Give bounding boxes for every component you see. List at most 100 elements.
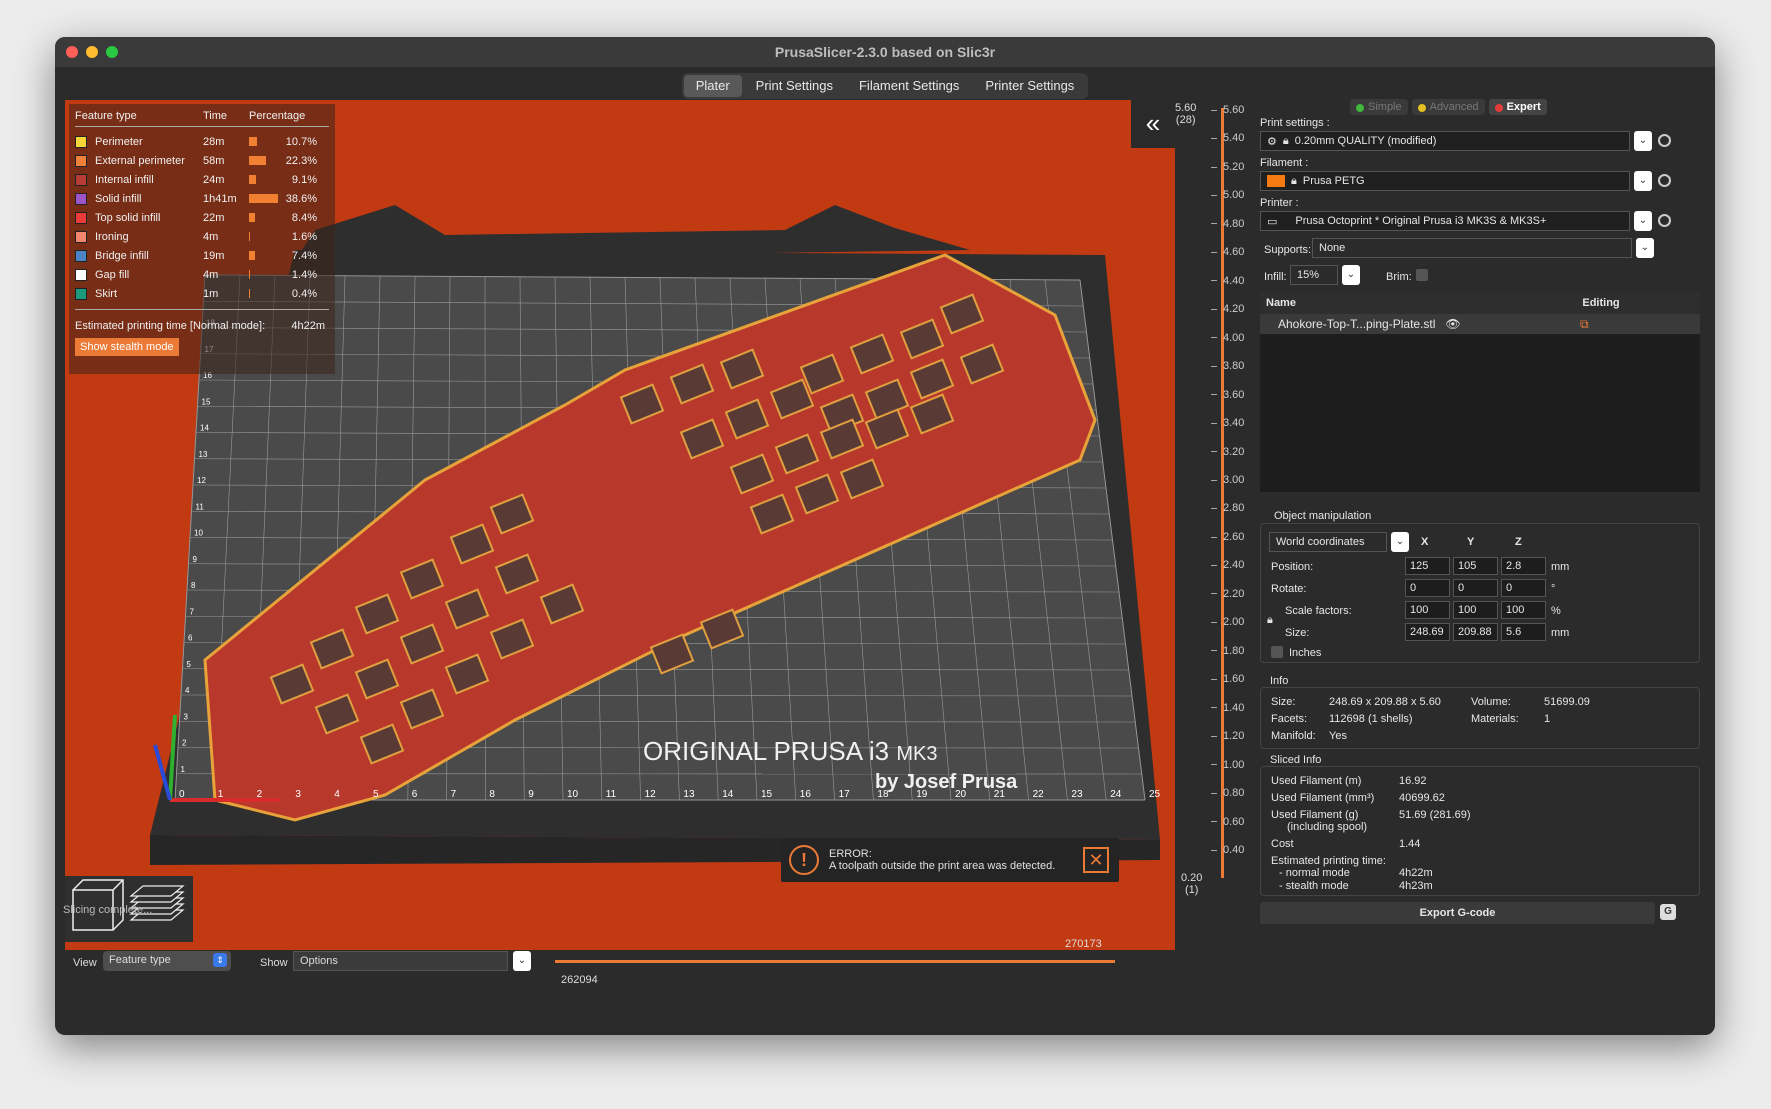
position-z-input[interactable]: 2.8 — [1501, 557, 1546, 575]
infill-select[interactable]: 15% — [1290, 265, 1338, 285]
lock-icon: 🔒︎ — [1291, 174, 1297, 187]
filament-dropdown[interactable]: ⌄ — [1634, 171, 1652, 191]
legend-percentage: 7.4% — [291, 249, 317, 262]
legend-time: 19m — [203, 249, 225, 262]
tab-print-settings[interactable]: Print Settings — [744, 75, 845, 97]
chevron-down-icon[interactable]: ⌄ — [513, 951, 531, 971]
show-stealth-mode-button[interactable]: Show stealth mode — [75, 338, 179, 356]
bed-x-tick: 4 — [334, 789, 340, 800]
filament-combo[interactable]: 🔒︎ Prusa PETG — [1260, 171, 1630, 191]
coordinates-dropdown[interactable]: ⌄ — [1391, 532, 1409, 552]
tab-filament-settings[interactable]: Filament Settings — [847, 75, 971, 97]
scale-z-input[interactable]: 100 — [1501, 601, 1546, 619]
view-type-select[interactable]: Feature type ⇕ — [103, 951, 231, 971]
legend-row[interactable]: Top solid infill 22m 8.4% — [75, 208, 329, 227]
legend-swatch — [75, 287, 87, 300]
object-list-item[interactable]: Ahokore-Top-T...ping-Plate.stl 👁︎ ⧉ — [1260, 314, 1700, 334]
rotate-y-input[interactable]: 0 — [1453, 579, 1498, 597]
size-x-input[interactable]: 248.69 — [1405, 623, 1450, 641]
legend-bar — [249, 194, 278, 203]
legend-bar — [249, 213, 256, 222]
bed-x-tick: 7 — [451, 789, 457, 800]
object-list: Name Editing Ahokore-Top-T...ping-Plate.… — [1260, 292, 1700, 492]
minimize-window-button[interactable] — [86, 46, 98, 58]
infill-dropdown[interactable]: ⌄ — [1342, 265, 1360, 285]
error-title: ERROR: — [829, 848, 872, 860]
used-filament-g-label: Used Filament (g) — [1271, 809, 1359, 821]
layer-slider[interactable]: 5.60 (28) 5.60 5.40 5.20 5.00 4.80 4.60 4.40 4.… — [1175, 100, 1265, 990]
info-materials-value: 1 — [1544, 713, 1551, 725]
tab-plater[interactable]: Plater — [683, 75, 742, 97]
printer-combo[interactable]: ▭ Prusa Octoprint * Original Prusa i3 MK… — [1260, 211, 1630, 231]
legend-bar — [249, 270, 251, 279]
bed-x-tick: 13 — [683, 789, 695, 800]
legend-row[interactable]: Perimeter 28m 10.7% — [75, 132, 329, 151]
position-x-input[interactable]: 125 — [1405, 557, 1450, 575]
bed-x-tick: 11 — [606, 789, 617, 800]
legend-time: 24m — [203, 173, 225, 186]
bed-y-tick: 5 — [187, 660, 192, 669]
bed-x-tick: 21 — [994, 789, 1006, 800]
mode-expert[interactable]: Expert — [1488, 99, 1547, 115]
gear-icon[interactable] — [1658, 134, 1671, 147]
size-z-input[interactable]: 5.6 — [1501, 623, 1546, 641]
gear-icon[interactable] — [1658, 174, 1671, 187]
supports-dropdown[interactable]: ⌄ — [1636, 238, 1654, 258]
coordinates-select[interactable]: World coordinates — [1269, 532, 1387, 552]
legend-swatch — [75, 230, 87, 243]
mode-simple[interactable]: Simple — [1350, 99, 1408, 115]
layer-tick: 1.80 — [1211, 645, 1244, 657]
filament-label: Filament : — [1260, 157, 1309, 169]
gear-icon[interactable] — [1658, 214, 1671, 227]
size-y-input[interactable]: 209.88 — [1453, 623, 1498, 641]
legend-row[interactable]: Bridge infill 19m 7.4% — [75, 246, 329, 265]
legend-row[interactable]: Internal infill 24m 9.1% — [75, 170, 329, 189]
brim-checkbox[interactable] — [1416, 269, 1428, 281]
edit-icon[interactable]: ⧉ — [1580, 317, 1589, 332]
legend-row[interactable]: Skirt 1m 0.4% — [75, 284, 329, 303]
position-label: Position: — [1271, 561, 1314, 573]
layer-tick: 1.40 — [1211, 702, 1244, 714]
bed-x-tick: 2 — [257, 789, 263, 800]
mode-advanced[interactable]: Advanced — [1411, 99, 1485, 115]
eye-icon[interactable]: 👁︎ — [1445, 317, 1460, 331]
legend-bar — [249, 156, 266, 165]
object-list-name-header: Name — [1266, 297, 1296, 309]
rotate-z-input[interactable]: 0 — [1501, 579, 1546, 597]
bed-y-tick: 14 — [200, 424, 209, 433]
printer-dropdown[interactable]: ⌄ — [1634, 211, 1652, 231]
legend-percentage: 10.7% — [285, 135, 317, 148]
legend-feature-name: Internal infill — [95, 173, 154, 186]
bed-y-tick: 2 — [182, 739, 187, 748]
object-manipulation-panel: World coordinates ⌄ X Y Z Position: 125 … — [1260, 523, 1700, 663]
close-window-button[interactable] — [66, 46, 78, 58]
close-error-button[interactable]: ✕ — [1083, 847, 1109, 873]
scale-x-input[interactable]: 100 — [1405, 601, 1450, 619]
used-filament-m-label: Used Filament (m) — [1271, 775, 1362, 787]
layer-tick: 3.60 — [1211, 389, 1244, 401]
lock-scale-icon[interactable]: 🔒︎ — [1267, 614, 1273, 627]
legend-row[interactable]: Gap fill 4m 1.4% — [75, 265, 329, 284]
3d-viewport[interactable]: ORIGINAL PRUSA i3 MK3 by Josef Prusa 012… — [65, 100, 1175, 950]
position-y-input[interactable]: 105 — [1453, 557, 1498, 575]
scale-y-input[interactable]: 100 — [1453, 601, 1498, 619]
legend-row[interactable]: Ironing 4m 1.6% — [75, 227, 329, 246]
infill-label: Infill: — [1264, 271, 1287, 283]
moves-slider[interactable] — [555, 960, 1115, 963]
legend-feature-name: Ironing — [95, 230, 129, 243]
stealth-mode-value: 4h23m — [1399, 880, 1433, 892]
legend-row[interactable]: External perimeter 58m 22.3% — [75, 151, 329, 170]
legend-row[interactable]: Solid infill 1h41m 38.6% — [75, 189, 329, 208]
print-settings-combo[interactable]: ⚙ 🔒︎ 0.20mm QUALITY (modified) — [1260, 131, 1630, 151]
legend-bar — [249, 232, 251, 241]
print-settings-dropdown[interactable]: ⌄ — [1634, 131, 1652, 151]
show-options-select[interactable]: Options — [293, 951, 508, 971]
inches-checkbox[interactable] — [1271, 646, 1283, 658]
supports-select[interactable]: None — [1312, 238, 1632, 258]
zoom-window-button[interactable] — [106, 46, 118, 58]
collapse-sidebar-button[interactable]: « — [1131, 100, 1175, 148]
tab-printer-settings[interactable]: Printer Settings — [973, 75, 1086, 97]
bed-y-tick: 12 — [197, 476, 206, 485]
rotate-x-input[interactable]: 0 — [1405, 579, 1450, 597]
bed-x-tick: 15 — [761, 789, 773, 800]
